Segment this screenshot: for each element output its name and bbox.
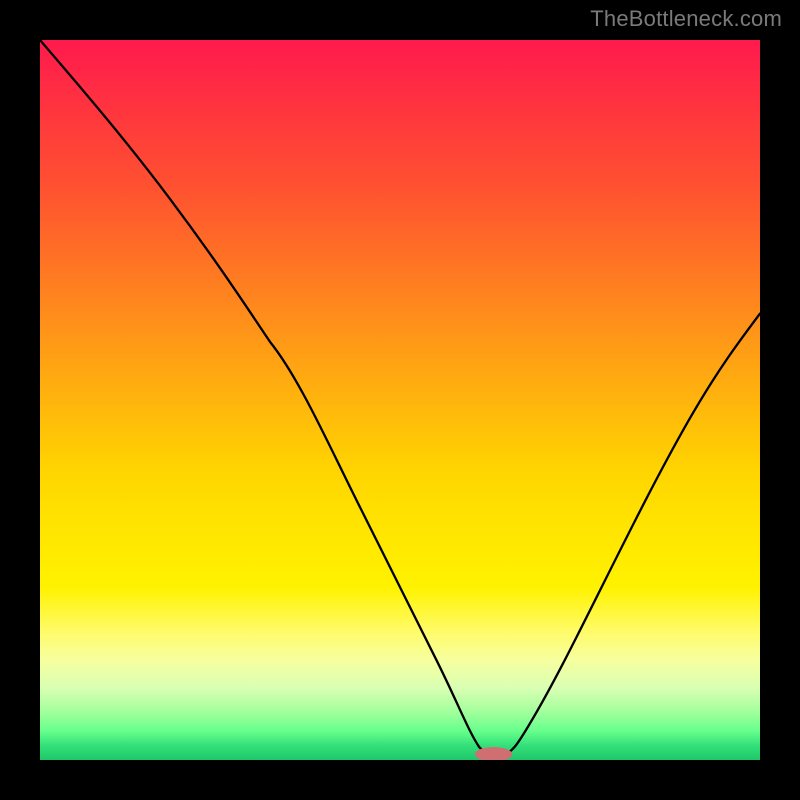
watermark-text: TheBottleneck.com: [590, 6, 782, 32]
bottleneck-curve: [40, 40, 760, 755]
chart-stage: TheBottleneck.com: [0, 0, 800, 800]
chart-plot-area: [40, 40, 760, 760]
chart-svg: [40, 40, 760, 760]
